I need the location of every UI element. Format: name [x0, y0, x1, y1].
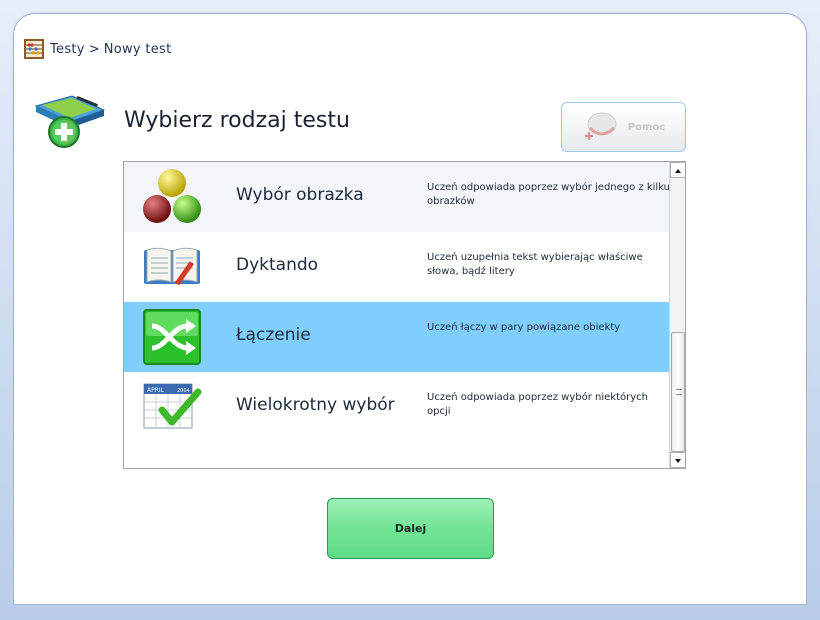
- help-button-label: Pomoc: [627, 121, 666, 133]
- test-type-name: Wybór obrazka: [236, 185, 364, 205]
- open-book-pencil-icon: [144, 247, 200, 286]
- test-type-name: Dyktando: [236, 255, 319, 275]
- arrow-up-icon: [675, 169, 681, 173]
- test-type-row-multiple-choice[interactable]: APRIL 2004 Wielokrotny wybór Uczeń odpow…: [124, 372, 670, 442]
- scroll-up-button[interactable]: [670, 162, 685, 178]
- next-button-label: Dalej: [394, 522, 427, 535]
- test-type-list[interactable]: Wybór obrazka Uczeń odpowiada poprzez wy…: [123, 161, 686, 469]
- list-scrollbar[interactable]: [669, 162, 685, 468]
- breadcrumb-separator: >: [88, 41, 100, 57]
- breadcrumb-root[interactable]: Testy: [50, 42, 85, 57]
- test-type-description: Uczeń odpowiada poprzez wybór niektórych…: [427, 392, 648, 417]
- test-type-row-picture-choice[interactable]: Wybór obrazka Uczeń odpowiada poprzez wy…: [124, 162, 670, 232]
- calendar-year: 2004: [177, 388, 190, 394]
- test-type-description: Uczeń odpowiada poprzez wybór jednego z …: [427, 182, 671, 207]
- test-type-row-matching[interactable]: Łączenie Uczeń łączy w pary powiązane ob…: [124, 302, 670, 372]
- grip-icon: [676, 389, 682, 395]
- breadcrumb: Testy > Nowy test: [24, 39, 172, 59]
- test-type-description: Uczeń łączy w pary powiązane obiekty: [427, 322, 621, 333]
- help-button[interactable]: Pomoc: [561, 102, 686, 152]
- calendar-check-icon: APRIL 2004: [143, 383, 202, 429]
- breadcrumb-current: Nowy test: [103, 41, 172, 57]
- abacus-icon: [24, 39, 44, 59]
- scroll-down-button[interactable]: [670, 452, 685, 468]
- lifebuoy-icon: [584, 112, 617, 140]
- test-type-row-dictation[interactable]: Dyktando Uczeń uzupełnia tekst wybierają…: [124, 232, 670, 302]
- colored-balls-icon: [143, 169, 201, 223]
- shuffle-arrows-icon: [143, 309, 201, 365]
- calendar-month: APRIL: [147, 387, 165, 394]
- page-title: Wybierz rodzaj testu: [124, 108, 350, 133]
- add-book-icon: [34, 95, 106, 148]
- scroll-thumb[interactable]: [671, 332, 685, 452]
- test-type-description: Uczeń uzupełnia tekst wybierając właściw…: [427, 252, 643, 277]
- test-type-name: Wielokrotny wybór: [236, 395, 395, 415]
- next-button[interactable]: Dalej: [327, 498, 494, 559]
- test-type-name: Łączenie: [236, 325, 311, 345]
- arrow-down-icon: [675, 459, 681, 463]
